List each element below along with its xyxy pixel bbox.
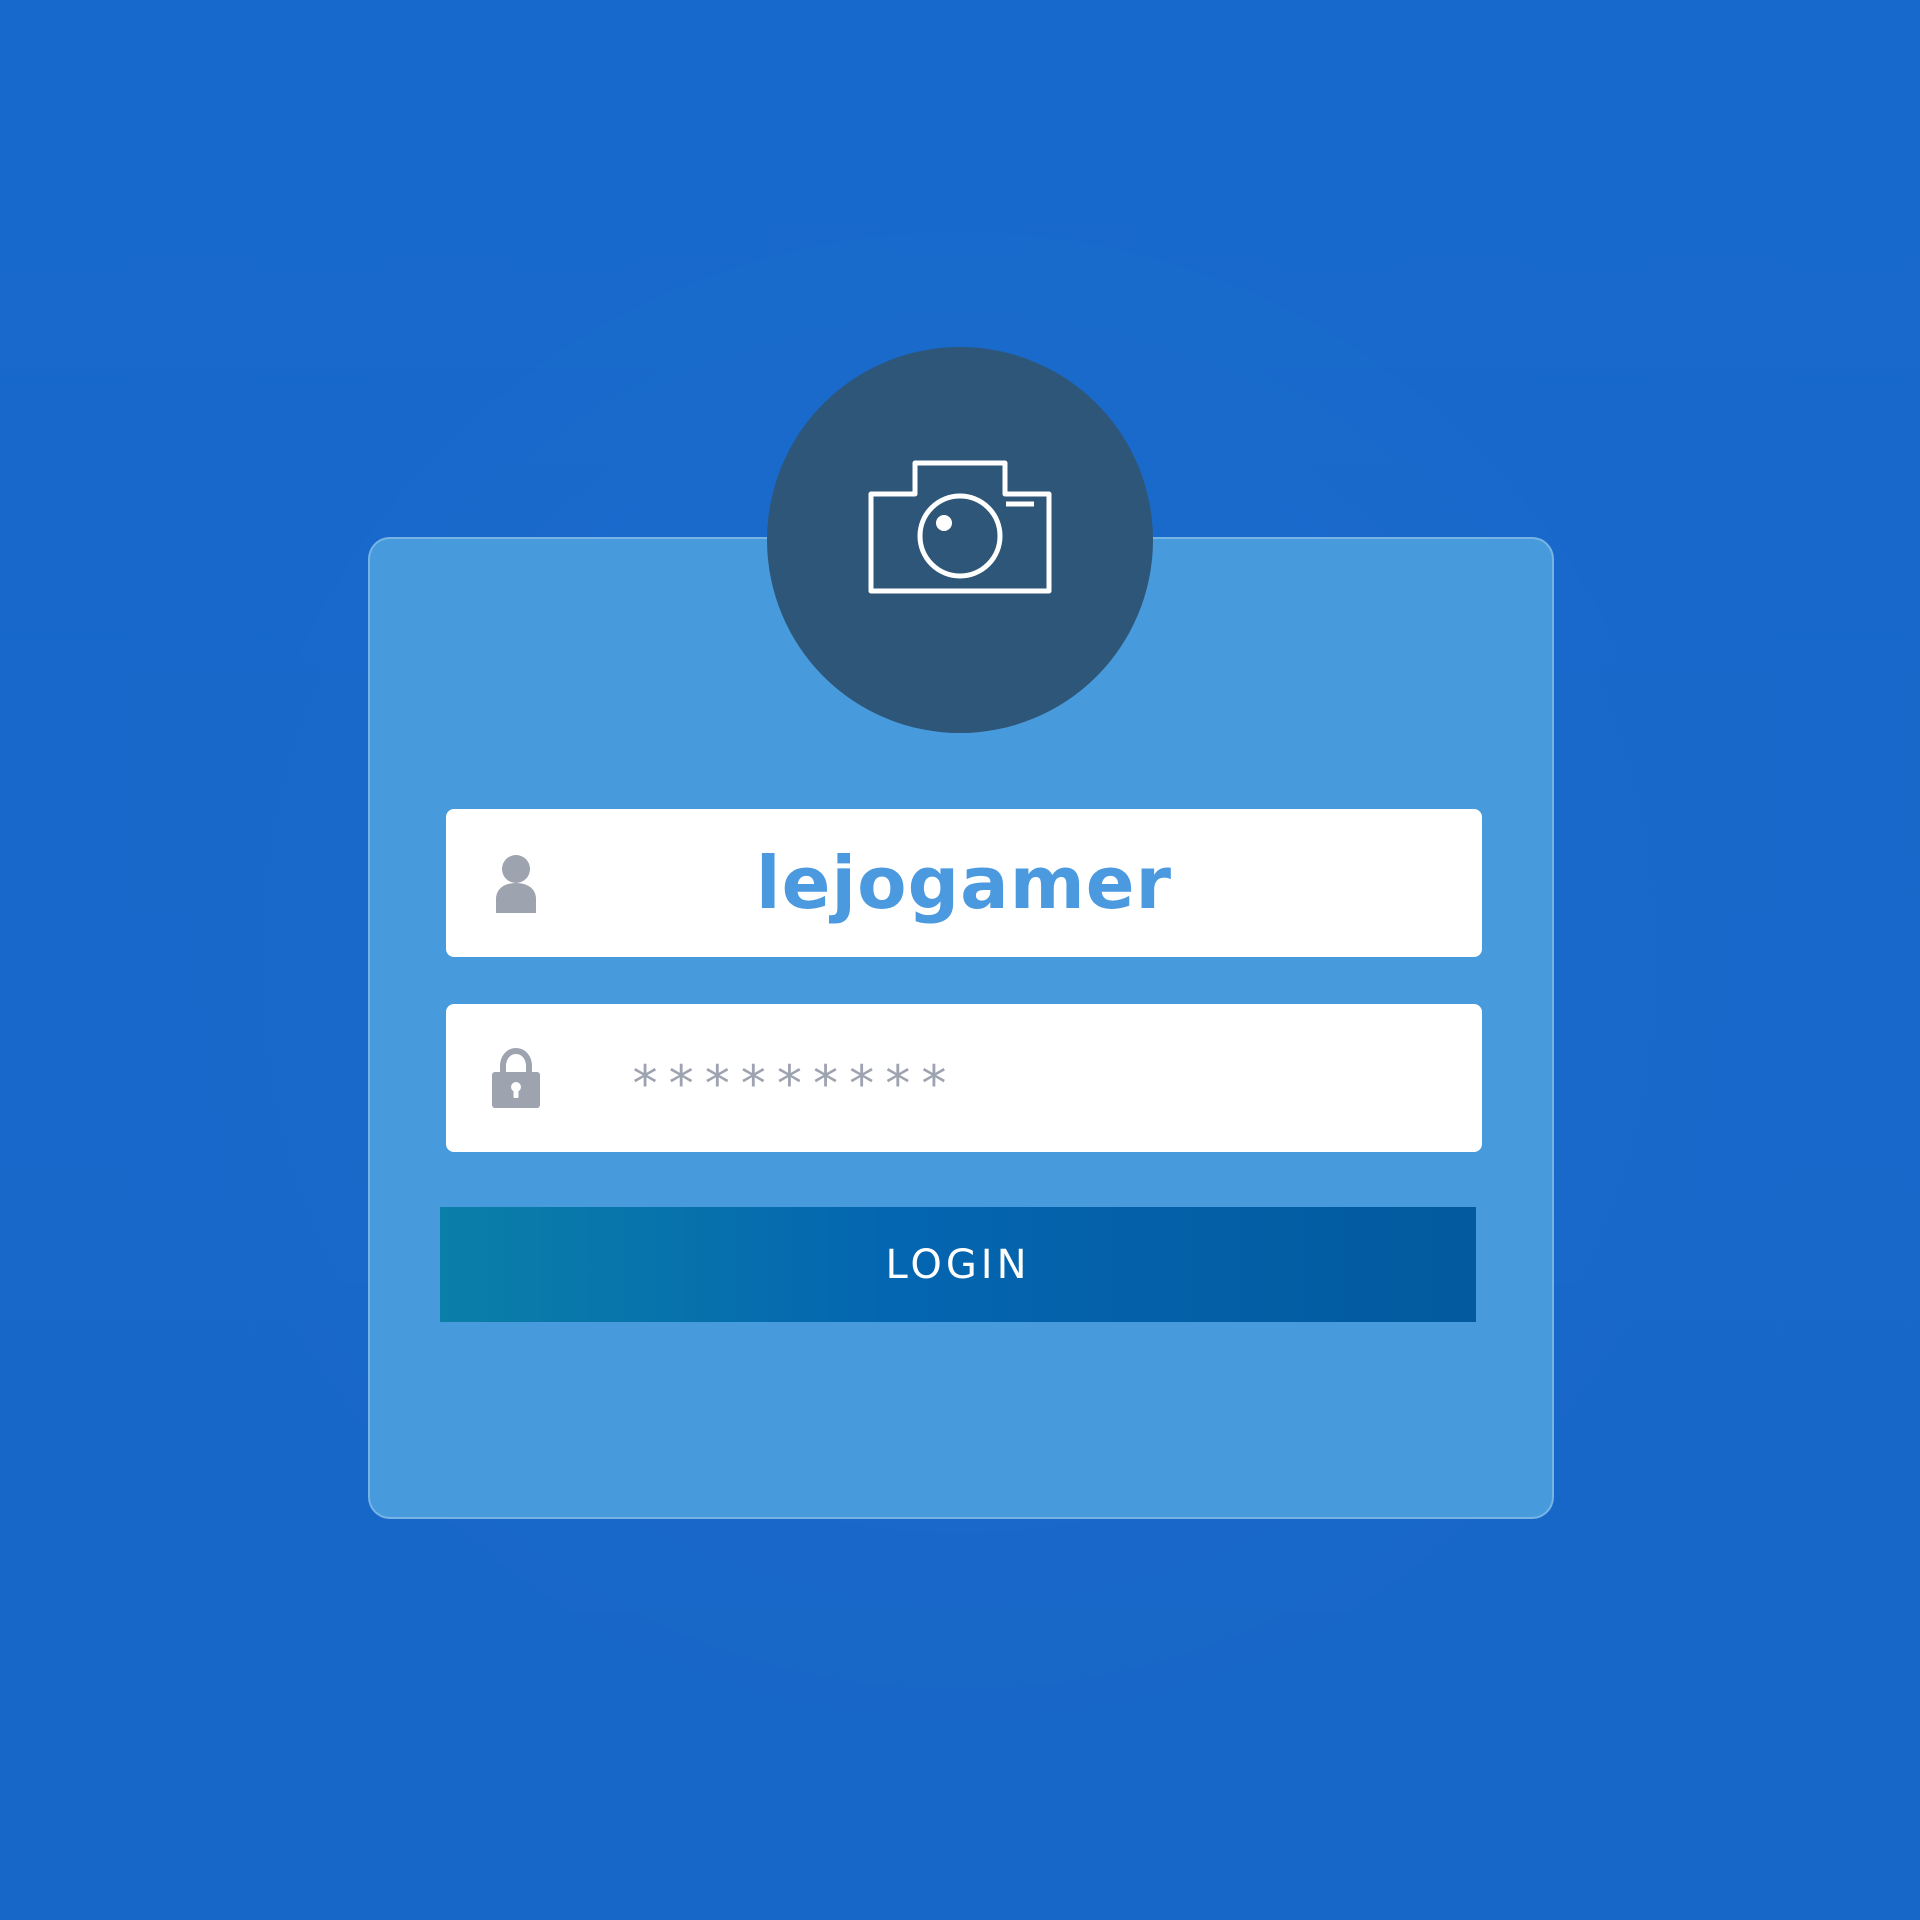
username-field[interactable]: lejogamer bbox=[446, 809, 1482, 957]
login-button[interactable]: LOGIN bbox=[440, 1207, 1476, 1322]
lock-icon bbox=[492, 1048, 540, 1108]
username-value: lejogamer bbox=[755, 841, 1173, 925]
avatar-circle bbox=[767, 347, 1153, 733]
camera-icon bbox=[868, 460, 1052, 594]
password-mask: ********* bbox=[630, 1055, 955, 1113]
password-field[interactable]: ********* bbox=[446, 1004, 1482, 1152]
